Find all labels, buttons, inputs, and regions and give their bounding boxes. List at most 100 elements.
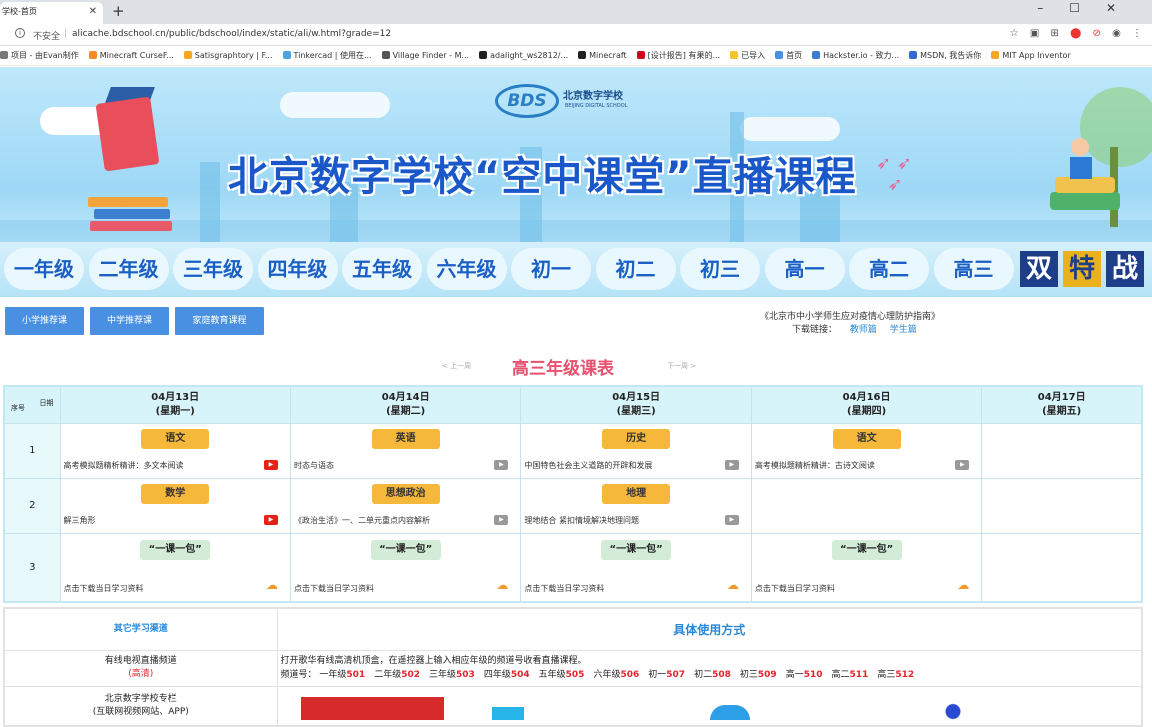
browser-tab-bar: 学校-首页 ✕ + –☐✕ [0,0,1152,24]
location-icon[interactable]: ⬤ [1070,28,1081,39]
bookmark-item[interactable]: MIT App Inventor [991,46,1071,65]
grade-tab[interactable]: 高一 [764,248,845,290]
platform-logo-2[interactable] [492,707,652,720]
download-text[interactable]: 点击下载当日学习资料 [64,583,144,594]
video-play-icon[interactable]: ▶ [494,459,509,470]
video-play-icon[interactable]: ▶ [494,514,509,525]
star-icon[interactable]: ☆ [1010,28,1019,39]
prev-week-link[interactable]: < 上一周 [442,361,471,371]
subject-tag[interactable]: 地理 [602,483,671,504]
video-play-icon[interactable]: ▶ [955,459,970,470]
platform-logo-1[interactable] [301,697,444,720]
cloud-download-icon[interactable]: ☁ [266,579,278,591]
lesson-package-tag[interactable]: “一课一包” [831,539,902,560]
channel-entry: 二年级502 [374,670,420,680]
grade-tab[interactable]: 五年级 [342,248,422,290]
lesson-description[interactable]: 解三角形 [64,515,96,526]
video-play-icon[interactable]: ▶ [263,514,278,525]
bookmark-item[interactable]: Hackster.io - 致力... [812,46,899,65]
subject-tag[interactable]: 数学 [141,483,210,504]
browser-tab[interactable]: 学校-首页 ✕ [0,2,103,24]
family-course-button[interactable]: 家庭教育课程 [175,307,264,335]
tv-channel-cell: 有线电视直播频道 (高清) [3,649,278,687]
grade-tab[interactable]: 一年级 [4,248,84,290]
grade-tab[interactable]: 初二 [595,248,676,290]
student-link[interactable]: 学生篇 [890,325,917,335]
bookmark-item[interactable]: Satisgraphtory | F... [183,46,273,65]
bookmark-item[interactable]: 已导入 [730,46,765,65]
next-week-link[interactable]: 下一周 > [667,361,696,371]
bookmark-item[interactable]: adalight_ws2812/... [479,46,568,65]
lesson-description[interactable]: 理地结合 紧扣情境解决地理问题 [524,515,639,526]
grade-tab[interactable]: 三年级 [173,248,253,290]
cloud-download-icon[interactable]: ☁ [957,579,969,591]
download-text[interactable]: 点击下载当日学习资料 [524,583,604,594]
bookmark-item[interactable]: Minecraft [578,46,627,65]
grade-tab[interactable]: 高二 [849,248,929,290]
grade-tab[interactable]: 六年级 [426,248,507,290]
corner-cell: 日期 序号 [3,385,61,424]
channel-grade: 一年级 [319,670,347,680]
account-icon[interactable]: ◉ [1112,28,1121,39]
bookmark-label: Satisgraphtory | F... [194,51,273,60]
subject-tag[interactable]: 语文 [832,428,901,449]
cloud-download-icon[interactable]: ☁ [727,579,739,591]
promo-char-2[interactable]: 特 [1063,251,1101,287]
info-icon[interactable]: i [15,28,25,38]
lesson-package-tag[interactable]: “一课一包” [370,539,441,560]
course-cell: 历史中国特色社会主义道路的开辟和发展 ▶ [520,422,752,479]
grade-tab[interactable]: 四年级 [257,248,338,290]
security-label[interactable]: 不安全 [33,29,60,42]
cloud-download-icon[interactable]: ☁ [496,579,508,591]
grade-tab[interactable]: 初三 [680,248,760,290]
lesson-description[interactable]: 高考模拟题精析精讲：古诗文阅读 [755,460,875,471]
day-date: 04月13日 [151,392,200,403]
bookmark-label: 首页 [786,51,803,60]
platform-logo-3[interactable] [710,705,750,720]
block-icon[interactable]: ⊘ [1093,28,1101,39]
close-tab-icon[interactable]: ✕ [89,2,97,22]
subject-tag[interactable]: 语文 [141,428,210,449]
primary-course-button[interactable]: 小学推荐课 [5,307,84,335]
platform-logo-4[interactable] [935,703,971,720]
new-tab-icon[interactable]: + [112,2,125,20]
lesson-description[interactable]: 中国特色社会主义道路的开辟和发展 [524,460,652,471]
bookmark-item[interactable]: 项目 - 由Evan制作 [0,46,79,65]
bookmark-item[interactable]: 首页 [775,46,803,65]
bookmark-item[interactable]: [设计报告] 有果的... [636,46,720,65]
download-text[interactable]: 点击下载当日学习资料 [294,583,374,594]
lesson-package-tag[interactable]: “一课一包” [601,539,672,560]
video-play-icon[interactable]: ▶ [724,459,739,470]
lesson-description[interactable]: 高考模拟题精析精讲：多文本阅读 [64,460,184,471]
extension-icon[interactable]: ▣ [1030,28,1039,39]
bookmark-item[interactable]: Tinkercad | 使用在... [282,46,372,65]
grade-tab[interactable]: 二年级 [88,248,169,290]
subject-tag[interactable]: 历史 [602,428,671,449]
teacher-link[interactable]: 教师篇 [850,325,877,335]
bookmark-item[interactable]: Minecraft CurseF... [88,46,174,65]
menu-icon[interactable]: ⋮ [1132,28,1142,39]
url-input[interactable]: alicache.bdschool.cn/public/bdschool/ind… [72,29,391,39]
promo-char-1[interactable]: 双 [1020,251,1058,287]
day-header: 04月14日 (星期二) [289,385,522,424]
subject-tag[interactable]: 英语 [371,428,440,449]
grade-tab[interactable]: 高三 [933,248,1014,290]
lesson-description[interactable]: 《政治生活》一、二单元重点内容解析 [294,515,430,526]
course-cell: “一课一包” 点击下载当日学习资料 ☁ [750,532,983,603]
download-text[interactable]: 点击下载当日学习资料 [755,583,835,594]
bookmark-item[interactable]: MSDN, 我告诉你 [909,46,981,65]
subject-tag[interactable]: 思想政治 [371,483,440,504]
promo-char-3[interactable]: 战 [1106,251,1144,287]
schedule-row: 3 “一课一包” 点击下载当日学习资料 ☁ “一课一包” 点击下载当日学习资料 ☁ “一课一包… [3,532,1143,603]
video-play-icon[interactable]: ▶ [724,514,739,525]
bookmark-item[interactable]: Village Finder - M... [381,46,469,65]
translate-icon[interactable]: ⊞ [1051,28,1059,39]
lesson-package-tag[interactable]: “一课一包” [140,539,211,560]
video-play-icon[interactable]: ▶ [263,459,278,470]
middle-course-button[interactable]: 中学推荐课 [90,307,169,335]
grade-tab[interactable]: 初一 [511,248,591,290]
lesson-description[interactable]: 时态与语态 [294,460,334,471]
channel-entry: 初三509 [740,670,777,680]
window-controls[interactable]: –☐✕ [1037,1,1142,15]
bookmark-favicon-icon [578,51,587,59]
